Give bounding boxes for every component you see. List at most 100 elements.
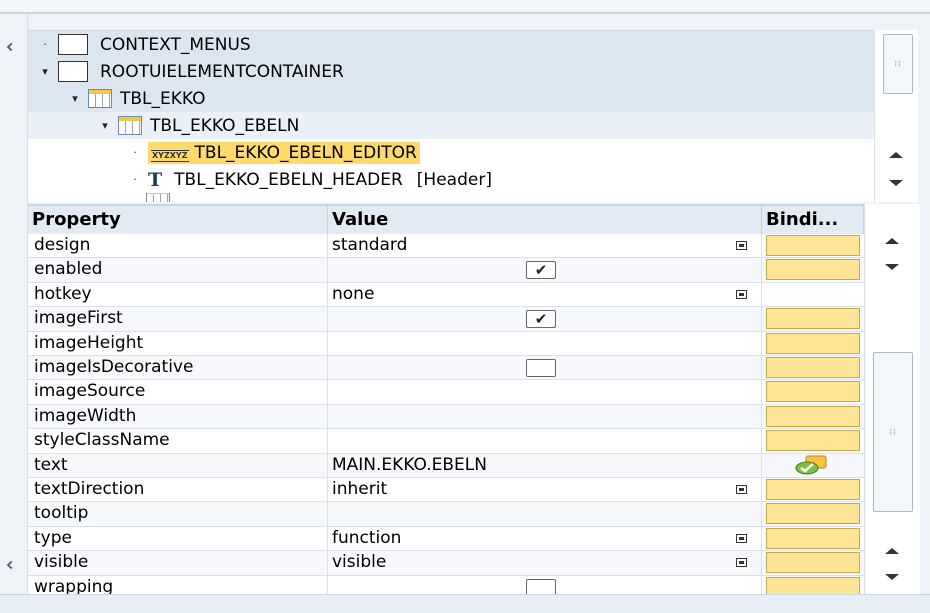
property-row-text[interactable]: text MAIN.EKKO.EBELN	[28, 453, 864, 478]
property-row-visible[interactable]: visible visible	[28, 551, 864, 576]
binding-button[interactable]	[766, 430, 860, 452]
value-checkbox[interactable]	[526, 578, 556, 594]
binding-cell[interactable]	[762, 380, 864, 403]
scrollbar-thumb[interactable]: ⁞⁞	[883, 34, 913, 94]
property-value[interactable]: standard	[328, 234, 762, 258]
binding-cell[interactable]	[762, 332, 864, 355]
tree-node-tbl-ekko[interactable]: ▾ TBL_EKKO	[28, 85, 874, 112]
value-checkbox[interactable]	[526, 359, 556, 377]
property-value[interactable]: MAIN.EKKO.EBELN	[328, 453, 762, 477]
property-row-styleclassname[interactable]: styleClassName	[28, 429, 864, 454]
dropdown-icon[interactable]	[736, 558, 747, 568]
value-checkbox[interactable]: ✔	[526, 261, 556, 280]
column-header-property[interactable]: Property	[28, 206, 328, 234]
input-field-icon: XYZXYZ	[151, 149, 189, 162]
property-value-text: function	[332, 527, 402, 548]
binding-cell[interactable]	[762, 283, 864, 306]
binding-cell[interactable]	[762, 258, 864, 281]
binding-button[interactable]	[766, 527, 860, 549]
property-name: imageHeight	[28, 331, 328, 355]
property-name: imageWidth	[28, 404, 328, 429]
collapse-arrow-icon[interactable]	[6, 560, 16, 570]
property-value[interactable]: visible	[328, 551, 762, 575]
scrollbar-thumb[interactable]: ⁞⁞	[873, 352, 913, 512]
binding-button[interactable]	[766, 552, 860, 574]
binding-button[interactable]	[766, 503, 860, 525]
scroll-up-icon[interactable]	[885, 238, 899, 244]
scroll-down-icon[interactable]	[885, 574, 899, 580]
property-row-imagefirst[interactable]: imageFirst ✔	[28, 307, 864, 332]
property-row-tooltip[interactable]: tooltip	[28, 502, 864, 527]
property-row-hotkey[interactable]: hotkey none	[28, 282, 864, 308]
value-checkbox[interactable]: ✔	[526, 310, 556, 329]
binding-button[interactable]	[766, 308, 860, 330]
property-row-enabled[interactable]: enabled ✔	[28, 258, 864, 283]
tree-node-tbl-ekko-ebeln-header[interactable]: · T TBL_EKKO_EBELN_HEADER [Header]	[28, 166, 874, 193]
collapse-arrow-icon[interactable]	[6, 42, 16, 52]
tree-leaf-bullet: ·	[133, 146, 137, 159]
property-value[interactable]	[328, 502, 762, 526]
binding-button[interactable]	[766, 479, 860, 500]
tree-expand-toggle[interactable]: ▾	[68, 92, 82, 105]
text-view-icon: T	[148, 168, 163, 191]
property-row-imageisdecorative[interactable]: imageIsDecorative	[28, 356, 864, 381]
binding-cell[interactable]	[762, 502, 864, 525]
property-value[interactable]	[328, 380, 762, 404]
binding-button[interactable]	[766, 576, 860, 594]
binding-cell[interactable]	[762, 576, 864, 594]
tree-node-tbl-ekko-ebeln[interactable]: ▾ TBL_EKKO_EBELN	[28, 112, 874, 139]
left-splitter[interactable]	[0, 14, 28, 613]
scroll-down-icon[interactable]	[889, 180, 903, 186]
binding-cell[interactable]	[762, 551, 864, 574]
tree-node-tbl-ekko-ebeln-editor[interactable]: · XYZXYZ TBL_EKKO_EBELN_EDITOR	[28, 139, 874, 166]
dropdown-icon[interactable]	[736, 289, 747, 299]
property-row-imagesource[interactable]: imageSource	[28, 380, 864, 405]
property-value[interactable]: function	[328, 526, 762, 551]
binding-cell[interactable]	[762, 234, 864, 257]
property-row-design[interactable]: design standard	[28, 234, 864, 259]
binding-cell[interactable]	[762, 307, 864, 330]
property-value[interactable]	[328, 429, 762, 453]
property-row-wrapping[interactable]: wrapping	[28, 575, 864, 594]
binding-cell[interactable]	[762, 454, 864, 477]
binding-button[interactable]	[766, 235, 860, 256]
binding-button[interactable]	[766, 259, 860, 281]
selected-node[interactable]: XYZXYZ TBL_EKKO_EBELN_EDITOR	[148, 141, 420, 164]
binding-button[interactable]	[766, 405, 860, 427]
scroll-up-icon[interactable]	[885, 548, 899, 554]
dropdown-icon[interactable]	[736, 241, 747, 250]
binding-cell[interactable]	[762, 527, 864, 550]
tree-node-rootuielementcontainer[interactable]: ▾ ROOTUIELEMENTCONTAINER	[28, 58, 874, 85]
binding-cell[interactable]	[762, 405, 864, 428]
scroll-down-icon[interactable]	[885, 264, 899, 270]
column-header-binding[interactable]: Bindi...	[762, 206, 864, 234]
binding-cell[interactable]	[762, 356, 864, 379]
property-value[interactable]: ✔	[328, 258, 762, 282]
column-header-value[interactable]: Value	[328, 206, 762, 234]
property-value[interactable]: inherit	[328, 478, 762, 502]
binding-button[interactable]	[766, 332, 860, 354]
binding-cell[interactable]	[762, 429, 864, 452]
tree-expand-toggle[interactable]: ▾	[98, 119, 112, 132]
scroll-up-icon[interactable]	[889, 152, 903, 158]
tree-scrollbar[interactable]: ⁞⁞	[874, 30, 918, 202]
property-value[interactable]	[328, 404, 762, 429]
binding-active-icon[interactable]	[792, 454, 830, 476]
grid-scrollbar[interactable]: ⁞⁞	[864, 204, 920, 594]
binding-cell[interactable]	[762, 478, 864, 501]
binding-button[interactable]	[766, 381, 860, 403]
property-value[interactable]: ✔	[328, 307, 762, 331]
tree-node-context-menus[interactable]: · CONTEXT_MENUS	[28, 31, 874, 58]
dropdown-icon[interactable]	[736, 533, 747, 543]
property-value[interactable]: none	[328, 282, 762, 307]
binding-button[interactable]	[766, 357, 860, 378]
property-row-imagewidth[interactable]: imageWidth	[28, 404, 864, 430]
property-row-imageheight[interactable]: imageHeight	[28, 331, 864, 356]
property-value[interactable]	[328, 575, 762, 594]
dropdown-icon[interactable]	[736, 485, 747, 494]
property-row-type[interactable]: type function	[28, 526, 864, 552]
tree-expand-toggle[interactable]: ▾	[38, 65, 52, 78]
property-value[interactable]	[328, 356, 762, 380]
property-row-textdirection[interactable]: textDirection inherit	[28, 478, 864, 503]
property-value[interactable]	[328, 331, 762, 355]
